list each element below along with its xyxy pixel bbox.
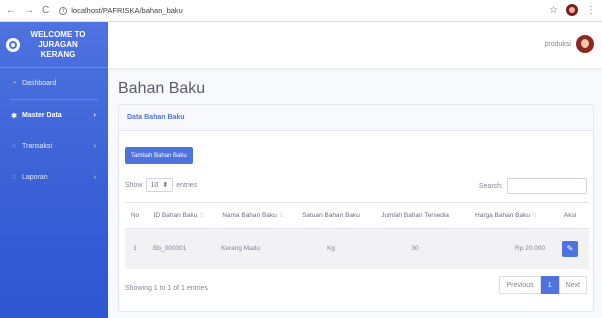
column-header[interactable]: Aksi — [551, 202, 589, 229]
select-arrows-icon: ⬍ — [162, 182, 169, 189]
page-title: Bahan Baku — [118, 80, 206, 97]
cell-harga: Rp 20.000 — [461, 228, 551, 269]
sidebar-item-label: Master Data — [22, 112, 62, 119]
sidebar-item-master-data[interactable]: ✱ Master Data › — [0, 100, 108, 131]
entries-select[interactable]: 10 ⬍ — [145, 178, 174, 192]
user-name: produksi — [544, 40, 571, 48]
sidebar-item-label: Laporan — [22, 174, 48, 181]
star-icon[interactable]: ☆ — [549, 5, 558, 16]
column-header[interactable]: Nama Bahan Baku ⇅ — [213, 202, 293, 229]
cell-nama: Kerang Madu — [213, 228, 293, 269]
edit-button[interactable]: ✎ — [562, 240, 578, 257]
table-search: Search: — [479, 178, 587, 194]
pagination: Previous 1 Next — [499, 276, 587, 294]
chevron-right-icon: › — [93, 112, 96, 119]
cell-id: Bb_000001 — [145, 228, 213, 269]
edit-icon: ✎ — [566, 244, 574, 254]
sidebar-item-dashboard[interactable]: ◔ Dashboard — [0, 68, 108, 99]
chevron-right-icon: › — [93, 143, 96, 150]
bahan-baku-table: No ID Bahan Baku ⇅ Nama Bahan Baku ⇅ Satua… — [125, 202, 589, 269]
table-info: Showing 1 to 1 of 1 entries — [125, 285, 208, 292]
brand-text: WELCOME TO JURAGAN KERANG — [30, 29, 86, 59]
back-icon[interactable]: ← — [6, 5, 16, 16]
previous-button[interactable]: Previous — [499, 276, 541, 294]
gear-icon: ✱ — [11, 112, 17, 120]
sidebar-item-transaksi[interactable]: ◌ Transaksi › — [0, 131, 108, 162]
brand-logo-icon — [6, 37, 20, 52]
column-header[interactable]: Satuan Bahan Baku — [293, 202, 369, 229]
column-header[interactable]: ID Bahan Baku ⇅ — [145, 202, 213, 229]
dashboard-icon: ◔ — [11, 80, 17, 87]
sidebar-brand[interactable]: WELCOME TO JURAGAN KERANG — [0, 22, 108, 68]
sidebar: WELCOME TO JURAGAN KERANG ◔ Dashboard ✱ … — [0, 22, 108, 318]
reload-icon[interactable]: C — [42, 5, 49, 16]
user-menu[interactable]: produksi — [545, 35, 594, 53]
entries-label: entries — [176, 181, 198, 189]
transaction-icon: ◌ — [11, 143, 17, 150]
entries-value: 10 — [150, 181, 159, 189]
column-header[interactable]: No — [125, 202, 145, 229]
cell-satuan: Kg — [293, 228, 369, 269]
menu-dots-icon[interactable]: ⋮ — [586, 5, 596, 16]
table-header-row: No ID Bahan Baku ⇅ Nama Bahan Baku ⇅ Satua… — [125, 202, 589, 229]
extension-icon[interactable] — [566, 4, 578, 16]
site-info-icon[interactable]: i — [59, 6, 68, 15]
cell-aksi: ✎ — [551, 228, 589, 269]
show-label: Show — [125, 181, 143, 189]
search-input[interactable] — [507, 178, 587, 194]
column-header[interactable]: Jumlah Bahan Tersedia — [369, 202, 461, 229]
search-label: Search: — [478, 182, 503, 190]
sort-icon: ⇅ — [278, 213, 284, 219]
browser-nav: ← → C — [0, 5, 49, 16]
table-row: 1 Bb_000001 Kerang Madu Kg 30 Rp 20.000 … — [125, 228, 589, 269]
browser-actions: ☆ ⋮ — [549, 4, 596, 16]
sidebar-item-label: Dashboard — [22, 80, 57, 87]
forward-icon[interactable]: → — [24, 5, 34, 16]
report-icon: ◌ — [11, 174, 17, 181]
sidebar-item-label: Transaksi — [22, 143, 53, 150]
cell-jumlah: 30 — [369, 228, 461, 269]
sidebar-item-laporan[interactable]: ◌ Laporan › — [0, 162, 108, 193]
address-bar[interactable]: i localhost/PAFRISKA/bahan_baku — [59, 6, 183, 15]
cell-no: 1 — [125, 228, 145, 269]
chevron-right-icon: › — [93, 174, 96, 181]
card-title: Data Bahan Baku — [119, 105, 593, 131]
next-button[interactable]: Next — [558, 276, 587, 294]
sort-icon: ⇅ — [531, 213, 537, 219]
entries-length: Show 10 ⬍ entries — [125, 178, 197, 192]
browser-toolbar: ← → C i localhost/PAFRISKA/bahan_baku ☆ … — [0, 0, 602, 22]
column-header[interactable]: Harga Bahan Baku ⇅ — [461, 202, 551, 229]
sort-icon: ⇅ — [199, 213, 205, 219]
data-card: Data Bahan Baku Tambah Bahan Baku Show 1… — [118, 104, 594, 312]
topbar: produksi — [108, 22, 602, 68]
avatar[interactable] — [576, 35, 594, 53]
page-1-button[interactable]: 1 — [540, 276, 559, 294]
add-bahan-baku-button[interactable]: Tambah Bahan Baku — [125, 147, 193, 164]
url-text: localhost/PAFRISKA/bahan_baku — [71, 6, 183, 15]
